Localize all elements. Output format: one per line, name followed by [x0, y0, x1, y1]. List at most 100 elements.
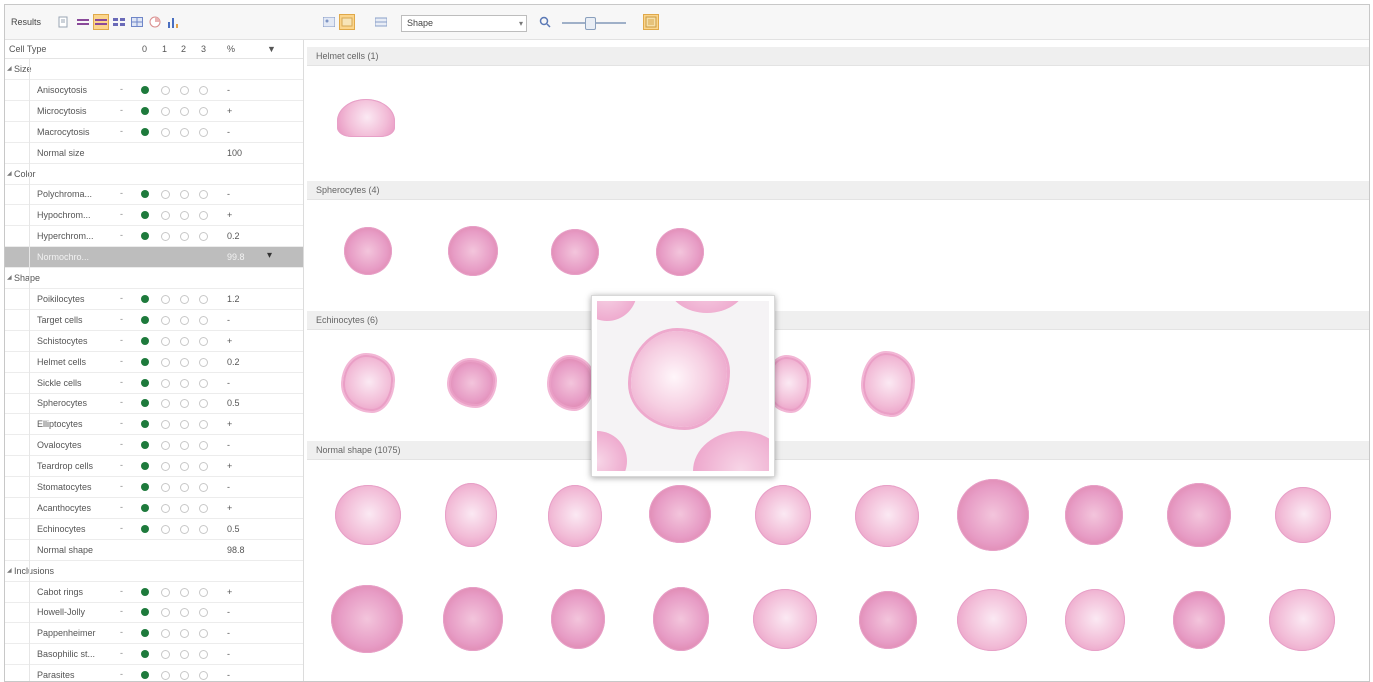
cell-type-row[interactable]: Basophilic st... - -	[5, 644, 303, 666]
grade-0-radio-selected[interactable]	[141, 420, 149, 429]
cell-type-row[interactable]: Teardrop cells - +	[5, 456, 303, 478]
grade-2-radio[interactable]	[180, 462, 189, 472]
grade-0-radio-selected[interactable]	[141, 503, 149, 512]
cell-type-row[interactable]: Stomatocytes - -	[5, 477, 303, 498]
grade-2-radio[interactable]	[180, 608, 189, 618]
grade-1-radio[interactable]	[161, 629, 170, 639]
grade-2-radio[interactable]	[180, 315, 189, 325]
cell-type-row[interactable]: Anisocytosis - -	[5, 80, 303, 101]
cell-thumbnail[interactable]	[656, 228, 704, 276]
grade-0-radio-selected[interactable]	[141, 106, 149, 115]
table-icon[interactable]	[129, 15, 145, 29]
grade-3-radio[interactable]	[199, 190, 208, 200]
cell-thumbnail[interactable]	[1167, 483, 1231, 547]
grade-1-radio[interactable]	[161, 524, 170, 534]
cell-thumbnail[interactable]	[653, 587, 709, 651]
group-row-color[interactable]: Color ◢	[5, 164, 303, 185]
grade-2-radio[interactable]	[180, 106, 189, 116]
cell-thumbnail[interactable]	[445, 483, 497, 547]
grade-0-radio-selected[interactable]	[141, 629, 149, 638]
cell-thumbnail[interactable]	[1173, 591, 1225, 649]
grade-0-radio-selected[interactable]	[141, 211, 149, 220]
collapse-arrow-icon[interactable]: ◢	[7, 65, 12, 72]
row-pin-icon[interactable]: ▾	[267, 250, 272, 261]
header-grade-1[interactable]: 1	[162, 44, 167, 54]
document-icon[interactable]	[55, 15, 71, 29]
grade-3-radio[interactable]	[199, 671, 208, 681]
cell-type-row[interactable]: Elliptocytes - +	[5, 414, 303, 436]
grade-1-radio[interactable]	[161, 315, 170, 325]
cell-type-row[interactable]: Parasites - -	[5, 665, 303, 681]
grade-1-radio[interactable]	[161, 671, 170, 681]
grade-0-radio-selected[interactable]	[141, 483, 149, 491]
stack-icon[interactable]	[373, 15, 389, 29]
cell-type-row[interactable]: Normal shape 98.8	[5, 540, 303, 561]
grade-3-radio[interactable]	[199, 420, 208, 430]
highlight-icon[interactable]	[339, 14, 355, 30]
cell-type-row[interactable]: Cabot rings - +	[5, 582, 303, 603]
cell-thumbnail[interactable]	[649, 485, 711, 543]
grade-1-radio[interactable]	[161, 211, 170, 221]
header-cell-type[interactable]: Cell Type	[9, 44, 46, 54]
cell-thumbnail[interactable]	[855, 485, 919, 547]
cell-type-row[interactable]: Helmet cells - 0.2	[5, 352, 303, 373]
cell-thumbnail[interactable]	[331, 585, 403, 653]
grade-2-radio[interactable]	[180, 399, 189, 409]
grade-3-radio[interactable]	[199, 127, 208, 137]
cell-thumbnail[interactable]	[859, 591, 917, 649]
cell-thumbnail[interactable]	[449, 360, 495, 406]
grade-3-radio[interactable]	[199, 462, 208, 472]
cell-thumbnail[interactable]	[957, 589, 1027, 651]
grade-1-radio[interactable]	[161, 336, 170, 346]
grade-2-radio[interactable]	[180, 127, 189, 137]
cell-type-row[interactable]: Schistocytes - +	[5, 331, 303, 352]
section-header-normal-shape[interactable]: Normal shape (1075)	[307, 441, 1369, 460]
grade-2-radio[interactable]	[180, 378, 189, 388]
section-header-spherocytes[interactable]: Spherocytes (4)	[307, 181, 1369, 200]
cell-type-row[interactable]: Ovalocytes - -	[5, 435, 303, 457]
grade-1-radio[interactable]	[161, 441, 170, 451]
grade-0-radio-selected[interactable]	[141, 650, 149, 659]
cell-thumbnail[interactable]	[337, 99, 395, 137]
gallery-icon[interactable]	[321, 15, 337, 29]
grade-1-radio[interactable]	[161, 650, 170, 660]
grade-0-radio-selected[interactable]	[141, 587, 149, 596]
grade-2-radio[interactable]	[180, 294, 189, 304]
grade-0-radio-selected[interactable]	[141, 378, 149, 387]
grade-0-radio-selected[interactable]	[141, 232, 149, 241]
multi-grid-icon[interactable]	[111, 15, 127, 29]
grade-3-radio[interactable]	[199, 85, 208, 95]
cell-type-row[interactable]: Hypochrom... - +	[5, 205, 303, 227]
cell-type-row[interactable]: Target cells - -	[5, 310, 303, 331]
group-row-shape[interactable]: Shape ◢	[5, 268, 303, 289]
cell-thumbnail[interactable]	[1275, 487, 1331, 543]
cell-thumbnail[interactable]	[957, 479, 1029, 551]
pie-icon[interactable]	[147, 15, 163, 29]
grade-2-radio[interactable]	[180, 671, 189, 681]
grade-3-radio[interactable]	[199, 503, 208, 513]
grade-0-radio-selected[interactable]	[141, 357, 149, 366]
grade-3-radio[interactable]	[199, 650, 208, 660]
grade-0-radio-selected[interactable]	[141, 608, 149, 617]
cell-type-row[interactable]: Normal size 100	[5, 143, 303, 164]
cell-thumbnail[interactable]	[344, 227, 392, 275]
cell-type-row[interactable]: Polychroma... - -	[5, 184, 303, 206]
grade-1-radio[interactable]	[161, 420, 170, 430]
cell-type-row[interactable]: Macrocytosis - -	[5, 122, 303, 143]
grade-3-radio[interactable]	[199, 483, 208, 492]
grade-2-radio[interactable]	[180, 629, 189, 639]
cell-type-row[interactable]: Hyperchrom... - 0.2	[5, 226, 303, 248]
grade-1-radio[interactable]	[161, 294, 170, 304]
cell-type-row[interactable]: Poikilocytes - 1.2	[5, 289, 303, 310]
grade-2-radio[interactable]	[180, 357, 189, 367]
header-pin[interactable]: ▼	[267, 44, 276, 54]
grade-3-radio[interactable]	[199, 629, 208, 639]
grade-0-radio-selected[interactable]	[141, 294, 149, 303]
grade-1-radio[interactable]	[161, 357, 170, 367]
header-grade-2[interactable]: 2	[181, 44, 186, 54]
collapse-arrow-icon[interactable]: ◢	[7, 170, 12, 177]
bar-chart-icon[interactable]	[165, 15, 181, 29]
grade-3-radio[interactable]	[199, 106, 208, 116]
header-percent[interactable]: %	[227, 44, 235, 54]
grade-1-radio[interactable]	[161, 608, 170, 618]
